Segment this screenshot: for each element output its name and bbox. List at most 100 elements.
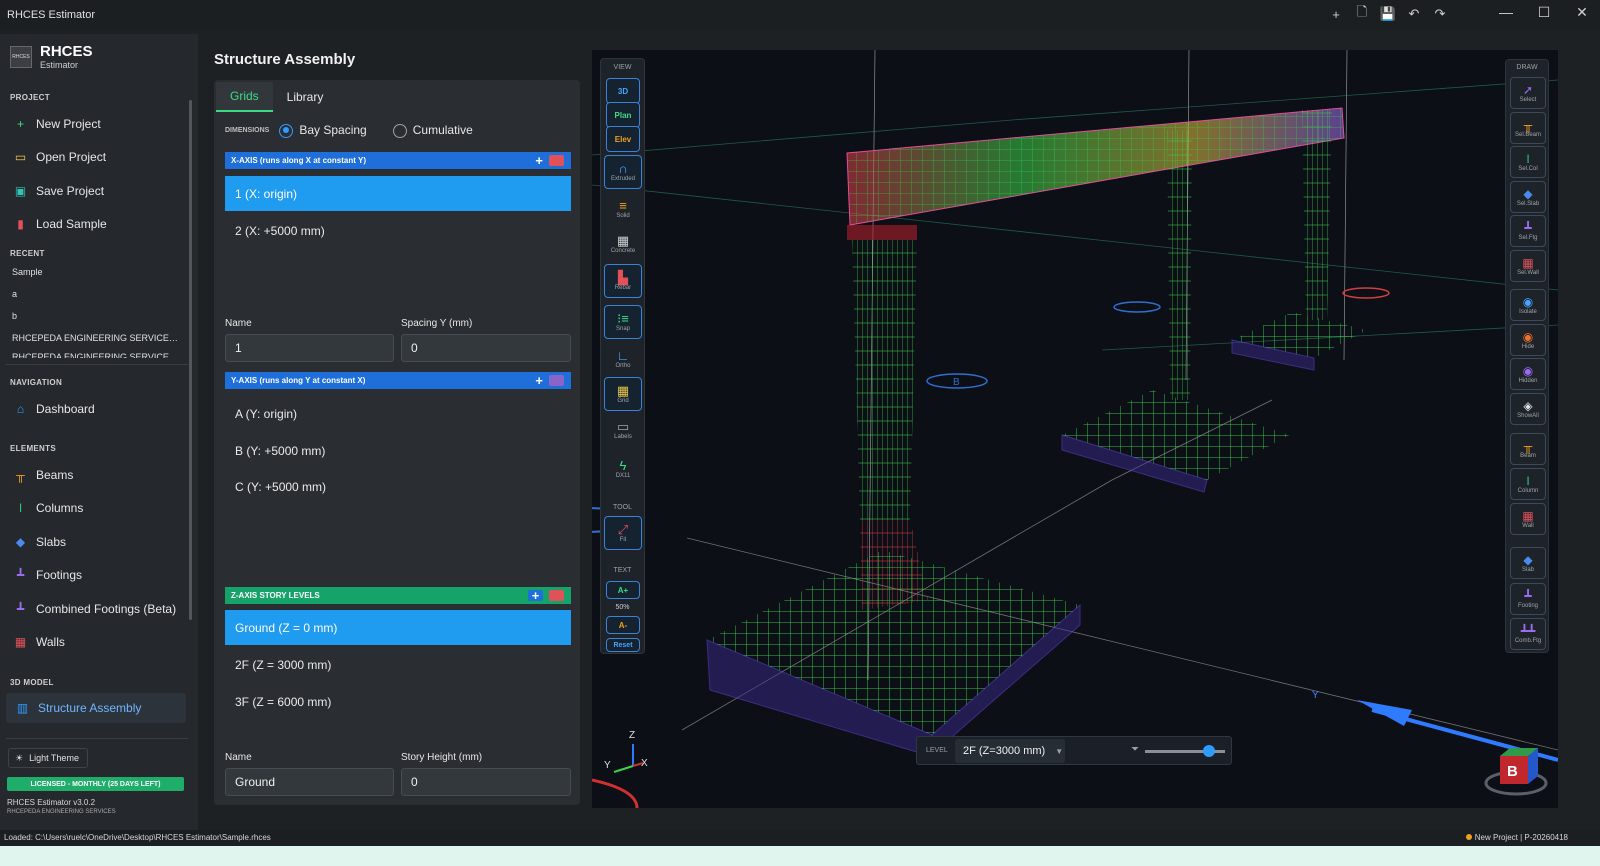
add-y-grid-button[interactable]: +	[535, 373, 543, 388]
sidebar-item-combined-footings[interactable]: ┻ Combined Footings (Beta)	[14, 598, 186, 620]
select-footing-tool[interactable]: ┻ Sel.Ftg	[1510, 215, 1546, 247]
x-grid-row[interactable]: 1 (X: origin)	[225, 176, 571, 211]
opacity-slider[interactable]	[1145, 745, 1225, 757]
level-name-field[interactable]: Ground	[225, 768, 394, 796]
x-axis-title: X-AXIS (runs along X at constant Y)	[231, 156, 366, 165]
level-row[interactable]: 3F (Z = 6000 mm)	[225, 684, 571, 719]
3d-viewport[interactable]: Y B Z Y X B	[592, 50, 1558, 808]
dimensions-label: DIMENSIONS	[225, 126, 270, 134]
level-value: 2F (Z=3000 mm)	[963, 745, 1046, 757]
level-select[interactable]: 2F (Z=3000 mm) ▼	[955, 739, 1065, 763]
radio-icon	[279, 123, 294, 138]
level-row[interactable]: Ground (Z = 0 mm)	[225, 610, 571, 645]
wall-icon: ▦	[1522, 255, 1534, 270]
recent-item[interactable]: RHCEPEDA ENGINEERING SERVICES 2-...	[12, 333, 182, 343]
hide-tool[interactable]: ◉ Hide	[1510, 324, 1546, 356]
delete-level-button[interactable]	[549, 590, 564, 601]
recent-item[interactable]: a	[12, 289, 182, 299]
show-all-tool[interactable]: ◈ ShowAll	[1510, 393, 1546, 425]
select-beam-tool[interactable]: ╥ Sel.Beam	[1510, 112, 1546, 144]
tab-library[interactable]: Library	[273, 82, 338, 112]
draw-footing-tool[interactable]: ┻ Footing	[1510, 583, 1546, 615]
sidebar-item-footings[interactable]: ┻ Footings	[14, 564, 186, 586]
x-name-field[interactable]: 1	[225, 334, 394, 362]
slider-knob[interactable]	[1203, 745, 1215, 757]
select-slab-tool[interactable]: ◆ Sel.Slab	[1510, 181, 1546, 213]
maximize-icon[interactable]: ☐	[1532, 2, 1556, 22]
sidebar-item-dashboard[interactable]: ⌂ Dashboard	[14, 398, 186, 420]
delete-x-grid-button[interactable]	[549, 155, 564, 166]
folder-icon: ▭	[14, 150, 27, 164]
snap-toggle[interactable]: ⁝≡ Snap	[604, 305, 642, 339]
new-icon[interactable]: +	[1326, 4, 1346, 24]
text-reset-button[interactable]: Reset	[606, 638, 640, 652]
add-level-button[interactable]: +	[528, 589, 543, 602]
recent-item[interactable]: RHCEPEDA ENGINEERING SERVICES 2-...	[12, 353, 182, 358]
tool-label: Ortho	[615, 363, 631, 369]
text-increase-button[interactable]: A+	[606, 581, 640, 599]
radio-cumulative[interactable]: Cumulative	[392, 123, 473, 138]
story-height-field[interactable]: 0	[401, 768, 571, 796]
select-tool[interactable]: ➚ Select	[1510, 77, 1546, 109]
rebar-toggle[interactable]: ▙ Rebar	[604, 264, 642, 298]
isolate-tool[interactable]: ◉ Isolate	[1510, 289, 1546, 321]
level-row[interactable]: 2F (Z = 3000 mm)	[225, 647, 571, 682]
sidebar-scrollbar[interactable]	[189, 100, 192, 620]
minimize-icon[interactable]: —	[1494, 2, 1518, 22]
draw-wall-tool[interactable]: ▦ Wall	[1510, 503, 1546, 535]
view-plan-button[interactable]: Plan	[606, 102, 640, 128]
y-grid-row[interactable]: C (Y: +5000 mm)	[225, 469, 571, 504]
sidebar-item-open-project[interactable]: ▭ Open Project	[14, 146, 186, 168]
concrete-toggle[interactable]: ▦ Concrete	[604, 227, 642, 261]
extruded-toggle[interactable]: ∩ Extruded	[604, 155, 642, 189]
recent-item[interactable]: Sample	[12, 267, 182, 277]
view-3d-button[interactable]: 3D	[606, 78, 640, 104]
brand-subtitle: Estimator	[40, 60, 79, 70]
sidebar-item-new-project[interactable]: + New Project	[14, 113, 186, 135]
sidebar-item-save-project[interactable]: ▣ Save Project	[14, 180, 186, 202]
hidden-tool[interactable]: ◉ Hidden	[1510, 358, 1546, 390]
solid-toggle[interactable]: ≡ Solid	[604, 192, 642, 226]
recent-item[interactable]: b	[12, 311, 182, 321]
draw-combined-footing-tool[interactable]: ┻┻ Comb.Ftg	[1510, 618, 1546, 650]
select-wall-tool[interactable]: ▦ Sel.Wall	[1510, 250, 1546, 282]
structure-icon: ▥	[16, 701, 29, 715]
close-icon[interactable]: ✕	[1570, 2, 1594, 22]
sidebar-item-beams[interactable]: ╥ Beams	[14, 464, 186, 486]
spacing-y-field[interactable]: 0	[401, 334, 571, 362]
sidebar-item-structure-assembly[interactable]: ▥ Structure Assembly	[6, 693, 186, 723]
open-file-icon[interactable]: 🗋	[1352, 4, 1372, 24]
level-label: LEVEL	[926, 747, 948, 754]
select-column-tool[interactable]: Ι Sel.Col	[1510, 146, 1546, 178]
company-text: RHCEPEDA ENGINEERING SERVICES	[7, 809, 116, 815]
draw-slab-tool[interactable]: ◆ Slab	[1510, 547, 1546, 579]
radio-bay-spacing[interactable]: Bay Spacing	[279, 123, 367, 138]
x-grid-row[interactable]: 2 (X: +5000 mm)	[225, 213, 571, 248]
delete-y-grid-button[interactable]	[549, 375, 564, 386]
y-grid-row[interactable]: B (Y: +5000 mm)	[225, 433, 571, 468]
grid-toggle[interactable]: ▦ Grid	[604, 377, 642, 411]
x-gizmo-label: X	[641, 758, 648, 769]
view-elev-button[interactable]: Elev	[606, 126, 640, 152]
tool-label: Concrete	[610, 248, 636, 254]
draw-beam-tool[interactable]: ╥ Beam	[1510, 433, 1546, 465]
y-grid-row[interactable]: A (Y: origin)	[225, 396, 571, 431]
sidebar-item-load-sample[interactable]: ▮ Load Sample	[14, 213, 186, 235]
draw-column-tool[interactable]: Ι Column	[1510, 468, 1546, 500]
undo-icon[interactable]: ↶	[1404, 4, 1424, 24]
ortho-toggle[interactable]: ∟ Ortho	[604, 342, 642, 376]
tab-grids[interactable]: Grids	[216, 82, 273, 112]
sidebar-item-slabs[interactable]: ◆ Slabs	[14, 531, 186, 553]
add-x-grid-button[interactable]: +	[535, 153, 543, 168]
page-title: Structure Assembly	[214, 51, 356, 68]
theme-toggle-button[interactable]: ☀ Light Theme	[8, 748, 88, 768]
text-decrease-button[interactable]: A-	[606, 616, 640, 634]
labels-toggle[interactable]: ▭ Labels	[604, 413, 642, 447]
sidebar-item-columns[interactable]: Ι Columns	[14, 497, 186, 519]
fit-button[interactable]: ⤢ Fit	[604, 516, 642, 550]
dx11-toggle[interactable]: ϟ DX11	[604, 452, 642, 486]
sidebar-item-label: Beams	[36, 468, 74, 482]
sidebar-item-walls[interactable]: ▦ Walls	[14, 631, 186, 653]
save-icon[interactable]: 💾	[1378, 4, 1398, 24]
redo-icon[interactable]: ↷	[1430, 4, 1450, 24]
